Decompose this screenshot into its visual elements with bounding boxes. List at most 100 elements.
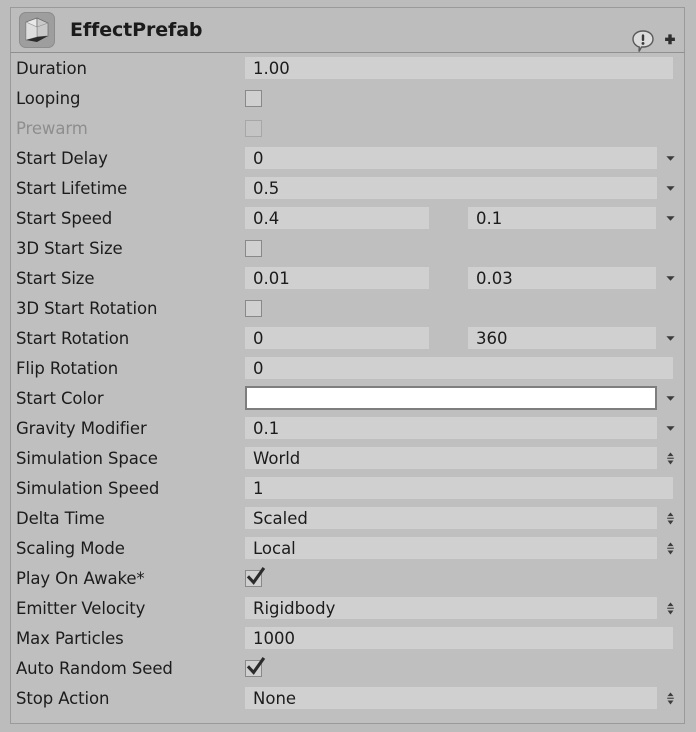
property-label-delta-time: Delta Time <box>16 508 105 528</box>
property-control-auto-random-seed <box>245 653 684 683</box>
checkbox-looping[interactable] <box>245 89 262 107</box>
property-label-play-on-awake: Play On Awake* <box>16 568 145 588</box>
chevron-down-icon-start-speed[interactable] <box>664 210 677 226</box>
property-control-start-rotation: 0 360 <box>245 323 684 353</box>
updown-arrows-icon-delta-time[interactable] <box>664 510 677 526</box>
chevron-down-icon-start-rotation[interactable] <box>664 330 677 346</box>
chevron-down-icon-gravity-modifier[interactable] <box>664 420 677 436</box>
property-row-flip-rotation: Flip Rotation 0 <box>11 353 684 383</box>
inspector-panel: EffectPrefab Duration 1.00 Looping Prewarm S… <box>0 0 696 732</box>
property-label-start-lifetime: Start Lifetime <box>16 178 128 198</box>
header-actions <box>631 29 678 53</box>
checkbox-3d-start-size[interactable] <box>245 239 262 257</box>
property-row-emitter-velocity: Emitter Velocity Rigidbody <box>11 593 684 623</box>
property-row-auto-random-seed: Auto Random Seed <box>11 653 684 683</box>
input-max-particles[interactable]: 1000 <box>245 627 673 649</box>
property-control-delta-time: Scaled <box>245 503 684 533</box>
property-label-3d-start-rotation: 3D Start Rotation <box>16 298 158 318</box>
property-row-start-lifetime: Start Lifetime 0.5 <box>11 173 684 203</box>
input-start-lifetime[interactable]: 0.5 <box>245 177 657 199</box>
plus-icon[interactable] <box>662 33 678 49</box>
input-duration[interactable]: 1.00 <box>245 57 673 79</box>
property-control-simulation-space: World <box>245 443 684 473</box>
property-label-start-delay: Start Delay <box>16 148 108 168</box>
dropdown-scaling-mode[interactable]: Local <box>245 537 657 559</box>
dropdown-stop-action[interactable]: None <box>245 687 657 709</box>
property-control-start-delay: 0 <box>245 143 684 173</box>
property-row-3d-start-size: 3D Start Size <box>11 233 684 263</box>
help-speech-bubble-icon[interactable] <box>631 29 655 53</box>
property-row-duration: Duration 1.00 <box>11 53 684 83</box>
property-row-delta-time: Delta Time Scaled <box>11 503 684 533</box>
property-control-prewarm <box>245 113 684 143</box>
property-row-simulation-speed: Simulation Speed 1 <box>11 473 684 503</box>
dropdown-simulation-space[interactable]: World <box>245 447 657 469</box>
property-row-scaling-mode: Scaling Mode Local <box>11 533 684 563</box>
input-start-speed-max[interactable]: 0.1 <box>468 207 656 229</box>
input-start-size-max[interactable]: 0.03 <box>468 267 656 289</box>
color-swatch-start-color[interactable] <box>245 386 657 410</box>
property-label-start-size: Start Size <box>16 268 95 288</box>
property-row-play-on-awake: Play On Awake* <box>11 563 684 593</box>
checkbox-auto-random-seed[interactable] <box>245 656 266 677</box>
input-start-delay[interactable]: 0 <box>245 147 657 169</box>
chevron-down-icon-start-color[interactable] <box>664 390 677 406</box>
checkbox-play-on-awake[interactable] <box>245 566 266 587</box>
property-control-start-color <box>245 383 684 413</box>
input-simulation-speed[interactable]: 1 <box>245 477 673 499</box>
property-row-simulation-space: Simulation Space World <box>11 443 684 473</box>
property-row-start-delay: Start Delay 0 <box>11 143 684 173</box>
property-control-start-size: 0.01 0.03 <box>245 263 684 293</box>
property-label-duration: Duration <box>16 58 87 78</box>
input-gravity-modifier[interactable]: 0.1 <box>245 417 657 439</box>
component-header[interactable]: EffectPrefab <box>10 7 685 52</box>
property-control-stop-action: None <box>245 683 684 713</box>
chevron-down-icon-start-delay[interactable] <box>664 150 677 166</box>
property-control-start-speed: 0.4 0.1 <box>245 203 684 233</box>
property-row-start-speed: Start Speed 0.4 0.1 <box>11 203 684 233</box>
property-control-flip-rotation: 0 <box>245 353 684 383</box>
updown-arrows-icon-simulation-space[interactable] <box>664 450 677 466</box>
property-label-start-color: Start Color <box>16 388 104 408</box>
updown-arrows-icon-scaling-mode[interactable] <box>664 540 677 556</box>
chevron-down-icon-start-size[interactable] <box>664 270 677 286</box>
property-control-scaling-mode: Local <box>245 533 684 563</box>
property-row-start-rotation: Start Rotation 0 360 <box>11 323 684 353</box>
input-start-rotation-min[interactable]: 0 <box>245 327 429 349</box>
property-label-looping: Looping <box>16 88 81 108</box>
checkmark-icon <box>245 656 267 678</box>
input-start-speed-min[interactable]: 0.4 <box>245 207 429 229</box>
property-control-max-particles: 1000 <box>245 623 684 653</box>
property-row-prewarm: Prewarm <box>11 113 684 143</box>
property-row-start-color: Start Color <box>11 383 684 413</box>
property-list: Duration 1.00 Looping Prewarm Start Delay 0 St… <box>10 52 685 724</box>
property-label-auto-random-seed: Auto Random Seed <box>16 658 173 678</box>
property-control-play-on-awake <box>245 563 684 593</box>
property-label-simulation-speed: Simulation Speed <box>16 478 160 498</box>
checkmark-icon <box>245 566 267 588</box>
input-flip-rotation[interactable]: 0 <box>245 357 673 379</box>
property-label-start-rotation: Start Rotation <box>16 328 130 348</box>
property-row-stop-action: Stop Action None <box>11 683 684 713</box>
dropdown-delta-time[interactable]: Scaled <box>245 507 657 529</box>
property-control-3d-start-size <box>245 233 684 263</box>
input-start-rotation-max[interactable]: 360 <box>468 327 656 349</box>
updown-arrows-icon-emitter-velocity[interactable] <box>664 600 677 616</box>
property-control-3d-start-rotation <box>245 293 684 323</box>
page-title: EffectPrefab <box>70 19 203 41</box>
updown-arrows-icon-stop-action[interactable] <box>664 690 677 706</box>
checkbox-3d-start-rotation[interactable] <box>245 299 262 317</box>
checkbox-prewarm <box>245 119 262 137</box>
dropdown-emitter-velocity[interactable]: Rigidbody <box>245 597 657 619</box>
property-control-looping <box>245 83 684 113</box>
property-row-start-size: Start Size 0.01 0.03 <box>11 263 684 293</box>
property-control-start-lifetime: 0.5 <box>245 173 684 203</box>
property-label-3d-start-size: 3D Start Size <box>16 238 123 258</box>
property-row-max-particles: Max Particles 1000 <box>11 623 684 653</box>
property-row-gravity-modifier: Gravity Modifier 0.1 <box>11 413 684 443</box>
property-row-3d-start-rotation: 3D Start Rotation <box>11 293 684 323</box>
property-control-simulation-speed: 1 <box>245 473 684 503</box>
property-row-looping: Looping <box>11 83 684 113</box>
input-start-size-min[interactable]: 0.01 <box>245 267 429 289</box>
chevron-down-icon-start-lifetime[interactable] <box>664 180 677 196</box>
